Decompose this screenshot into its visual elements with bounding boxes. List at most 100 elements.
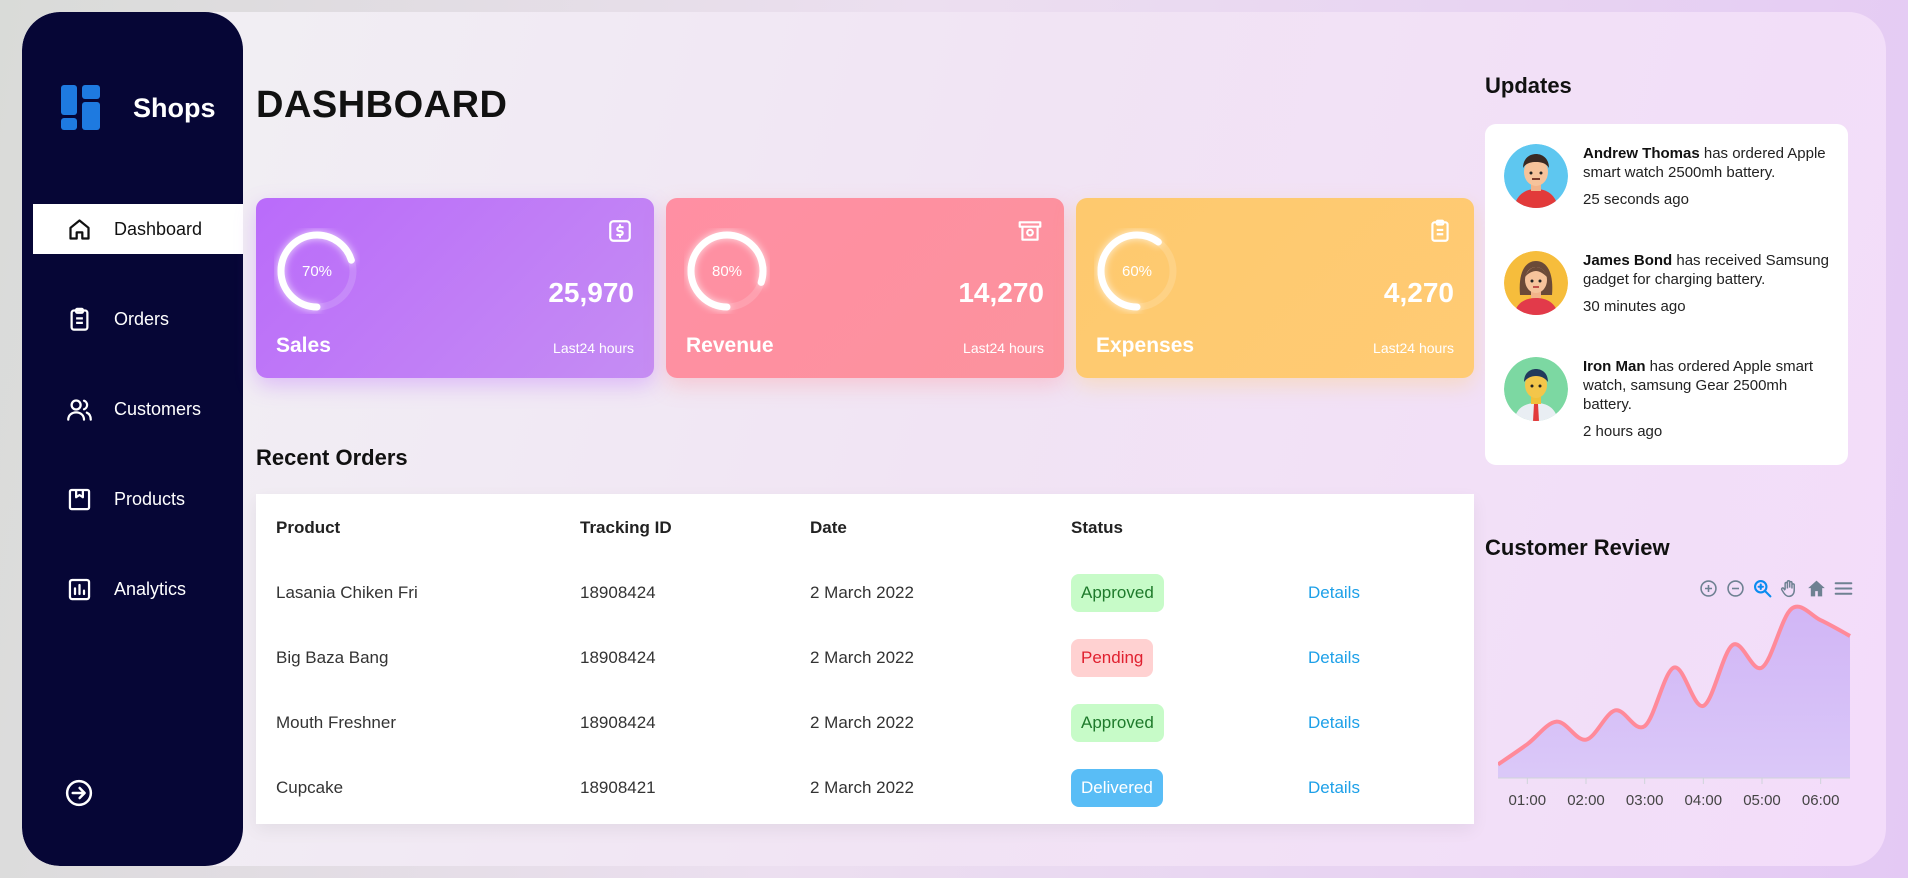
tracking-cell: 18908424 [580,582,656,602]
table-row: Lasania Chiken Fri 18908424 2 March 2022… [256,560,1474,625]
status-badge: Pending [1071,638,1154,677]
home-icon [69,218,90,240]
clipboard-icon [70,307,89,331]
revenue-value: 14,270 [958,277,1044,308]
recent-orders-table: Product Tracking ID Date Status Lasania … [256,494,1474,824]
avatar [1504,144,1568,208]
package-icon [68,488,91,510]
revenue-percent: 80% [711,262,743,280]
column-header-actions [1308,494,1474,560]
details-link[interactable]: Details [1308,778,1360,797]
table-row: Cupcake 18908421 2 March 2022 Delivered … [256,755,1474,820]
users-icon [67,398,92,421]
sidebar-item-label: Customers [114,398,202,419]
x-tick-label: 03:00 [1626,792,1664,809]
sales-title: Sales [276,334,331,357]
update-body: Andrew Thomas has ordered Apple smart wa… [1568,144,1833,208]
actions-cell: Details [1308,755,1474,820]
summary-cards: 70% 25,970 Sales Last24 hours 80% 14,270… [256,198,1474,378]
table-header-row: Product Tracking ID Date Status [256,494,1474,560]
update-time: 2 hours ago [1583,423,1663,440]
logout-icon[interactable] [64,778,94,808]
sidebar-item-label: Analytics [114,578,187,599]
clipboard-icon [1431,219,1449,242]
avatar [1504,357,1568,421]
actions-cell: Details [1308,625,1474,690]
sales-percent: 70% [301,262,333,280]
revenue-period: Last24 hours [963,340,1044,356]
actions-cell: Details [1308,560,1474,625]
update-body: James Bond has received Samsung gadget f… [1568,251,1833,315]
expenses-title: Expenses [1096,334,1195,357]
sidebar-item-orders[interactable]: Orders [33,294,243,344]
brand-name: Shops [133,92,216,123]
column-header-product: Product [276,518,341,537]
date-cell: 2 March 2022 [810,582,914,602]
revenue-title: Revenue [686,334,774,357]
update-user-name: Iron Man [1583,358,1646,375]
update-text: Andrew Thomas has ordered Apple smart wa… [1583,144,1833,182]
sidebar-item-label: Dashboard [114,218,203,239]
update-time: 30 minutes ago [1583,298,1686,315]
tracking-cell: 18908421 [580,777,656,797]
product-cell: Big Baza Bang [276,647,389,667]
table-row: Mouth Freshner 18908424 2 March 2022 App… [256,690,1474,755]
status-cell: Approved [1071,690,1308,755]
sales-card[interactable]: 70% 25,970 Sales Last24 hours [256,198,654,378]
sidebar-item-products[interactable]: Products [33,474,243,524]
customer-review-chart: 01:00 02:00 03:00 04:00 05:00 06:00 [1498,604,1851,809]
bar-chart-icon [68,578,91,600]
details-link[interactable]: Details [1308,648,1360,667]
x-tick-label: 01:00 [1509,792,1547,809]
status-badge: Approved [1071,703,1164,742]
sidebar-item-dashboard[interactable]: Dashboard [33,204,243,254]
update-text: James Bond has received Samsung gadget f… [1583,251,1833,289]
sales-period: Last24 hours [553,340,634,356]
column-header-date: Date [810,518,847,537]
sidebar-item-analytics[interactable]: Analytics [33,564,243,614]
sidebar-item-customers[interactable]: Customers [33,384,243,434]
revenue-card[interactable]: 80% 14,270 Revenue Last24 hours [666,198,1064,378]
status-cell: Delivered [1071,755,1308,820]
x-tick-label: 06:00 [1802,792,1840,809]
update-body: Iron Man has ordered Apple smart watch, … [1568,357,1833,440]
date-cell: 2 March 2022 [810,647,914,667]
tracking-cell: 18908424 [580,647,656,667]
businessman-avatar-icon [1504,357,1568,421]
recent-orders-title: Recent Orders [256,445,408,470]
sales-value: 25,970 [548,277,634,308]
date-cell: 2 March 2022 [810,712,914,732]
x-tick-label: 04:00 [1685,792,1723,809]
expenses-card[interactable]: 60% 4,270 Expenses Last24 hours [1076,198,1474,378]
column-header-tracking: Tracking ID [580,518,672,537]
sidebar-item-label: Products [114,488,186,509]
details-link[interactable]: Details [1308,583,1360,602]
app-window: Shops Dashboard Orders Customers Product… [22,12,1886,866]
column-header-status: Status [1071,518,1123,537]
date-cell: 2 March 2022 [810,777,914,797]
updates-title: Updates [1485,73,1572,98]
update-user-name: James Bond [1583,252,1673,269]
dashboard-grid-icon [61,85,107,131]
tracking-cell: 18908424 [580,712,656,732]
details-link[interactable]: Details [1308,713,1360,732]
status-badge: Approved [1071,573,1164,612]
brand-logo[interactable]: Shops [61,85,216,131]
sidebar: Shops Dashboard Orders Customers Product… [22,12,243,866]
dollar-icon [609,220,631,242]
customer-review-title: Customer Review [1485,535,1670,560]
page-title: DASHBOARD [256,84,508,126]
man-avatar-icon [1504,144,1568,208]
update-time: 25 seconds ago [1583,191,1689,208]
product-cell: Lasania Chiken Fri [276,582,418,602]
update-user-name: Andrew Thomas [1583,145,1700,162]
status-cell: Pending [1071,625,1308,690]
table-row: Big Baza Bang 18908424 2 March 2022 Pend… [256,625,1474,690]
updates-panel: Andrew Thomas has ordered Apple smart wa… [1485,124,1848,465]
status-badge: Delivered [1071,768,1163,807]
money-icon [1018,221,1042,241]
product-cell: Mouth Freshner [276,712,396,732]
sidebar-item-label: Orders [114,308,170,329]
update-item: Andrew Thomas has ordered Apple smart wa… [1504,144,1833,208]
status-cell: Approved [1071,560,1308,625]
